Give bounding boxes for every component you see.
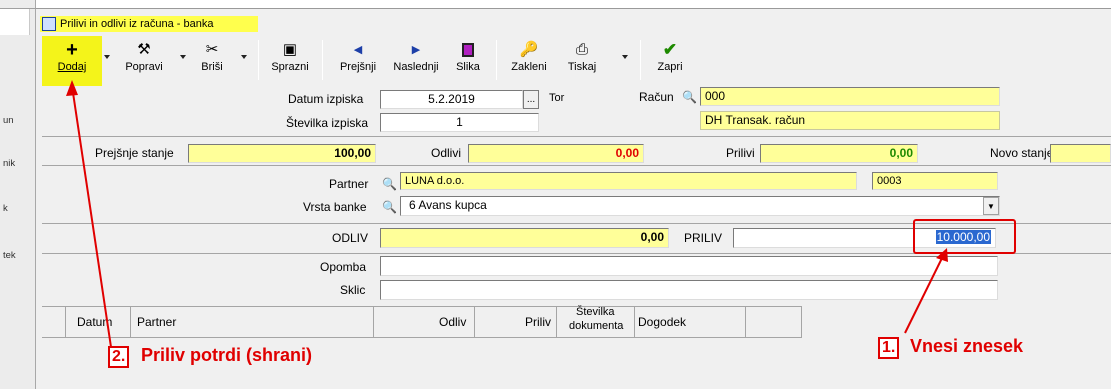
arrow-to-priliv: [904, 253, 945, 334]
step1-number: 1.: [878, 337, 900, 359]
arrow-to-dodaj: [71, 85, 112, 348]
step2-number: 2.: [108, 346, 130, 368]
step1-text: Vnesi znesek: [910, 336, 1024, 356]
arrow-head-dodaj: [66, 80, 78, 96]
annotation-arrows: [66, 80, 948, 348]
priliv-highlight-box: [913, 219, 1016, 254]
step2-text: Priliv potrdi (shrani): [141, 345, 313, 365]
